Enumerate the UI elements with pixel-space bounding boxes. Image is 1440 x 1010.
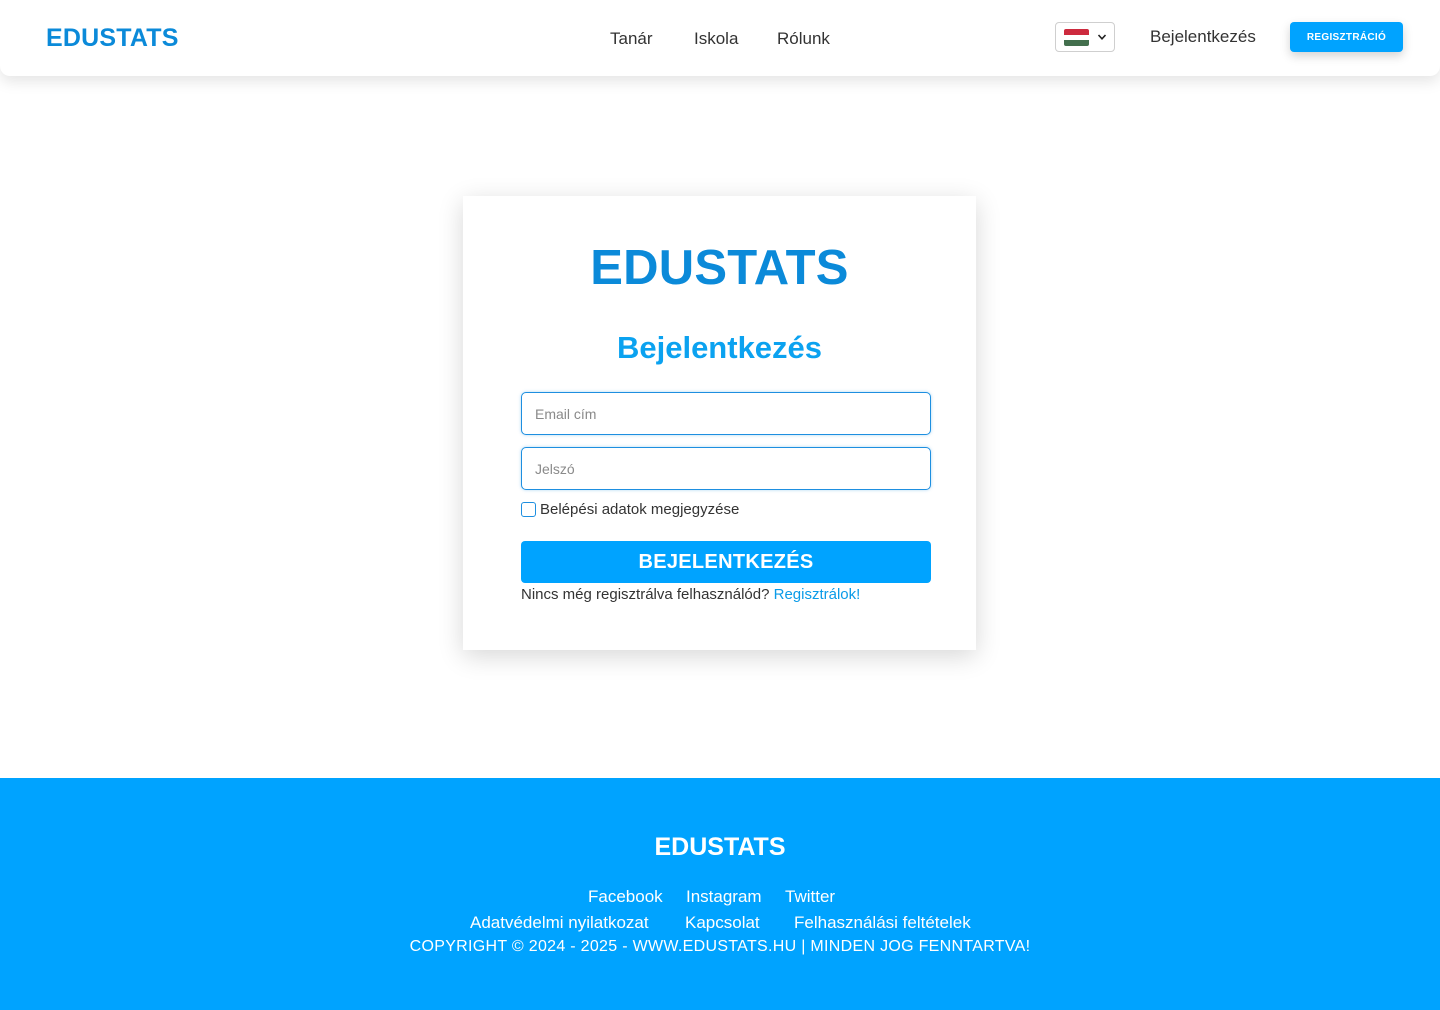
login-submit-button[interactable]: BEJELENTKEZÉS xyxy=(521,541,931,583)
register-link[interactable]: Regisztrálok! xyxy=(774,586,861,603)
hungary-flag-icon xyxy=(1064,29,1089,46)
header-login-link[interactable]: Bejelentkezés xyxy=(1150,27,1256,47)
footer-logo: EDUSTATS xyxy=(654,833,786,861)
no-account-label: Nincs még regisztrálva felhasználód? xyxy=(521,586,770,603)
footer-link-twitter[interactable]: Twitter xyxy=(785,887,835,907)
footer-link-instagram[interactable]: Instagram xyxy=(686,887,762,907)
footer: EDUSTATS Facebook Instagram Twitter Adat… xyxy=(0,778,1440,1010)
email-input[interactable] xyxy=(521,392,931,435)
footer-link-facebook[interactable]: Facebook xyxy=(588,887,663,907)
footer-link-privacy[interactable]: Adatvédelmi nyilatkozat xyxy=(470,913,649,933)
footer-legal-links: Adatvédelmi nyilatkozat Kapcsolat Felhas… xyxy=(0,913,1440,935)
top-navbar: EDUSTATS Tanár Iskola Rólunk Bejelentkez… xyxy=(0,0,1440,76)
nav-link-rolunk[interactable]: Rólunk xyxy=(777,29,830,49)
footer-link-contact[interactable]: Kapcsolat xyxy=(685,913,760,933)
copyright-text: COPYRIGHT © 2024 - 2025 - WWW.EDUSTATS.H… xyxy=(409,938,1031,955)
card-logo: EDUSTATS xyxy=(590,241,849,295)
remember-label: Belépési adatok megjegyzése xyxy=(540,501,740,518)
no-account-text: Nincs még regisztrálva felhasználód? Reg… xyxy=(521,586,860,603)
register-button[interactable]: REGISZTRÁCIÓ xyxy=(1290,22,1403,52)
remember-checkbox[interactable] xyxy=(521,502,536,517)
login-title: Bejelentkezés xyxy=(616,330,823,365)
language-selector[interactable] xyxy=(1055,22,1115,52)
nav-link-tanar[interactable]: Tanár xyxy=(610,29,653,49)
password-input[interactable] xyxy=(521,447,931,490)
footer-link-terms[interactable]: Felhasználási feltételek xyxy=(794,913,971,933)
chevron-down-icon xyxy=(1097,34,1107,40)
footer-social-links: Facebook Instagram Twitter xyxy=(0,887,1440,909)
login-card: EDUSTATS Bejelentkezés Belépési adatok m… xyxy=(463,196,976,650)
nav-link-iskola[interactable]: Iskola xyxy=(694,29,738,49)
